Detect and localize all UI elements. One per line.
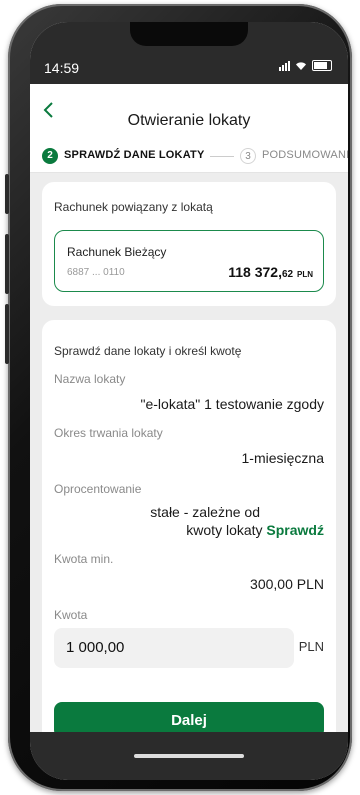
step-number-next: 3 xyxy=(240,148,256,164)
step-label-next: PODSUMOWANI xyxy=(262,149,348,161)
app-screen: 14:59 Otwieranie lokaty 2 SPRAWDŹ DANE L… xyxy=(30,22,348,780)
amount-input[interactable]: 1 000,00 xyxy=(54,628,294,668)
step-connector xyxy=(210,156,234,157)
balance-cents: 62 xyxy=(281,269,294,280)
linked-account-heading: Rachunek powiązany z lokatą xyxy=(54,200,213,214)
amount-input-value: 1 000,00 xyxy=(66,639,125,656)
check-rate-link[interactable]: Sprawdź xyxy=(266,522,324,538)
account-balance: 118 372,62 PLN xyxy=(228,264,313,280)
balance-main: 118 372, xyxy=(228,264,282,280)
linked-account-card: Rachunek powiązany z lokatą Rachunek Bie… xyxy=(42,182,336,306)
app-header: Otwieranie lokaty xyxy=(30,84,348,138)
phone-frame: 14:59 Otwieranie lokaty 2 SPRAWDŹ DANE L… xyxy=(5,4,352,791)
page-title: Otwieranie lokaty xyxy=(127,112,251,129)
status-bar: 14:59 xyxy=(30,22,348,84)
battery-icon xyxy=(312,60,332,71)
signal-icon xyxy=(279,60,290,71)
interest-label: Oprocentowanie xyxy=(54,482,142,496)
phone-side-button xyxy=(5,234,9,294)
amount-label: Kwota xyxy=(54,608,88,622)
step-label-active: SPRAWDŹ DANE LOKATY xyxy=(64,149,205,161)
wifi-icon xyxy=(296,61,306,70)
step-number-active: 2 xyxy=(42,148,58,164)
interest-value-line1: stałe - zależne od xyxy=(150,504,260,520)
interest-value-line2: kwoty lokaty Sprawdź xyxy=(186,522,324,538)
deposit-name-label: Nazwa lokaty xyxy=(54,372,126,386)
period-label: Okres trwania lokaty xyxy=(54,426,163,440)
phone-side-button xyxy=(5,174,9,214)
camera-notch xyxy=(130,22,248,46)
status-time: 14:59 xyxy=(44,60,80,76)
min-amount-label: Kwota min. xyxy=(54,552,114,566)
amount-currency: PLN xyxy=(298,639,324,654)
min-amount-value: 300,00 PLN xyxy=(250,576,324,592)
status-icons xyxy=(279,60,332,71)
phone-side-button xyxy=(5,304,9,364)
details-heading: Sprawdź dane lokaty i określ kwotę xyxy=(54,344,242,358)
account-number: 6887 ... 0110 xyxy=(67,267,125,278)
home-bar xyxy=(30,732,348,780)
balance-currency: PLN xyxy=(297,270,313,279)
deposit-name-value: "e-lokata" 1 testowanie zgody xyxy=(140,396,325,412)
period-value: 1-miesięczna xyxy=(241,450,324,466)
home-indicator[interactable] xyxy=(134,754,244,758)
interest-value-text: kwoty lokaty xyxy=(186,522,263,538)
account-name: Rachunek Bieżący xyxy=(67,245,167,259)
deposit-details-card: Sprawdź dane lokaty i określ kwotę Nazwa… xyxy=(42,320,336,750)
step-indicator: 2 SPRAWDŹ DANE LOKATY 3 PODSUMOWANI xyxy=(30,138,348,173)
account-selector[interactable]: Rachunek Bieżący 6887 ... 0110 118 372,6… xyxy=(54,230,324,292)
